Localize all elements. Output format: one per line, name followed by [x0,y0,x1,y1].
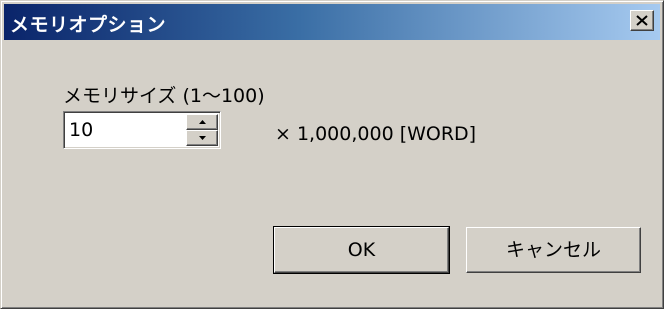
arrow-up-icon [199,120,206,124]
memory-size-spinner[interactable] [63,111,221,149]
close-button[interactable] [630,10,654,31]
memory-options-dialog: メモリオプション メモリサイズ (1〜100) × 1,000,000 [WOR… [0,0,664,309]
memory-size-label: メモリサイズ (1〜100) [63,85,265,107]
window-title: メモリオプション [10,14,167,36]
cancel-button[interactable]: キャンセル [466,227,641,273]
spin-up-button[interactable] [186,114,218,130]
memory-size-input[interactable] [67,115,187,145]
spin-down-button[interactable] [186,130,218,146]
ok-button[interactable]: OK [273,226,450,274]
title-bar[interactable]: メモリオプション [4,4,660,40]
close-icon [636,15,648,26]
arrow-down-icon [199,136,206,140]
multiplier-text: × 1,000,000 [WORD] [275,123,477,145]
